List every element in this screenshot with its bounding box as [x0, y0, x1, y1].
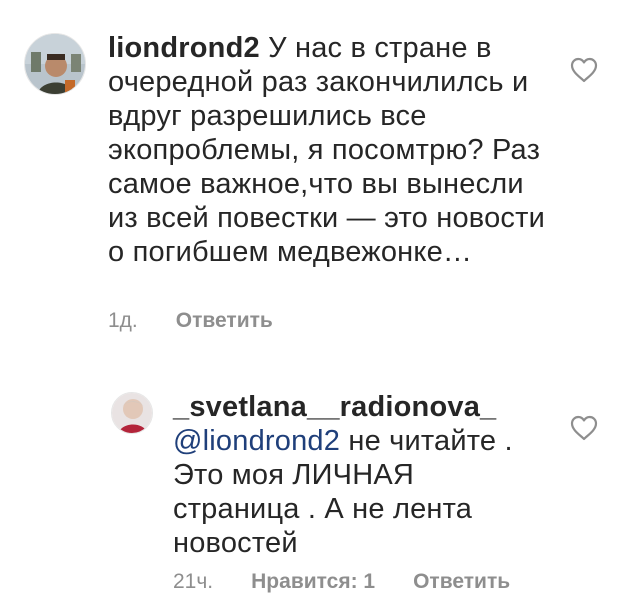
comment-meta: 21ч. Нравится: 1 Ответить — [173, 570, 510, 594]
likes-count-button[interactable]: Нравится: 1 — [251, 570, 375, 593]
mention-link[interactable]: @liondrond2 — [173, 425, 340, 457]
heart-outline-icon[interactable] — [570, 415, 598, 441]
comment-text: _svetlana__radionova_ @liondrond2 не чита… — [173, 390, 543, 560]
comment-reply-item: _svetlana__radionova_ @liondrond2 не чита… — [0, 380, 640, 593]
comment-username[interactable]: liondrond2 — [108, 32, 260, 64]
comment-username[interactable]: _svetlana__radionova_ — [173, 390, 543, 424]
heart-outline-icon[interactable] — [570, 57, 598, 83]
avatar[interactable] — [24, 33, 86, 95]
comment-time: 1д. — [108, 309, 138, 332]
comment-time: 21ч. — [173, 570, 214, 593]
avatar[interactable] — [111, 392, 153, 434]
comment-text: liondrond2 У нас в стране в очередной ра… — [108, 31, 548, 269]
reply-button[interactable]: Ответить — [176, 309, 273, 332]
comment-body: У нас в стране в очередной раз закончили… — [108, 32, 545, 268]
comment-item: liondrond2 У нас в стране в очередной ра… — [0, 0, 640, 360]
reply-button[interactable]: Ответить — [413, 570, 510, 593]
comment-meta: 1д. Ответить — [108, 309, 273, 333]
